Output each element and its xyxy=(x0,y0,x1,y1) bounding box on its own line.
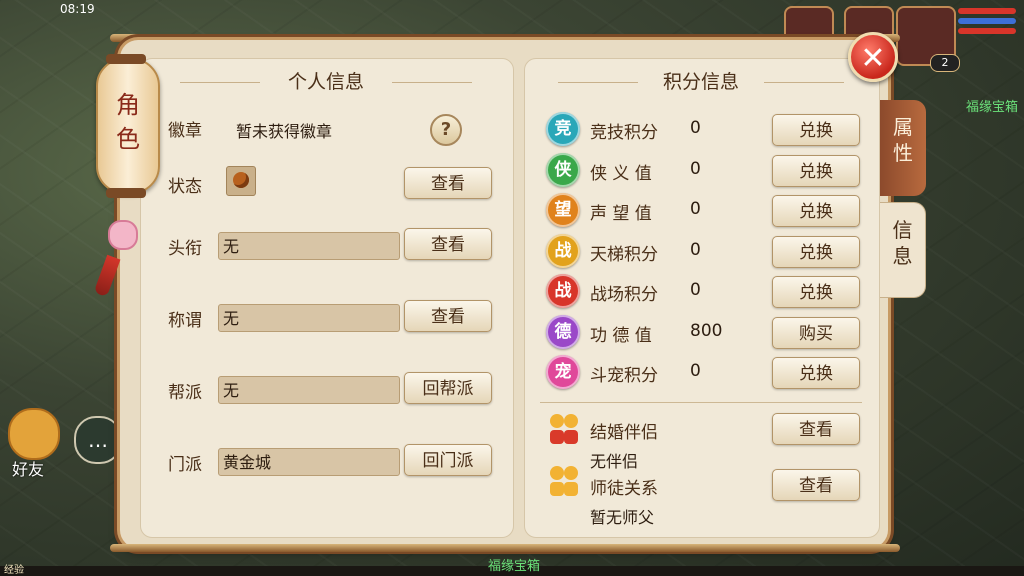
points-item-icon: 竞 xyxy=(546,112,580,146)
state-label: 状态 xyxy=(168,177,202,197)
personal-info-title: 个人信息 xyxy=(140,64,512,100)
return-sect-button[interactable]: 回门派 xyxy=(404,444,492,476)
lantern-charm-icon xyxy=(108,220,138,250)
sect-field: 黄金城 xyxy=(218,448,400,476)
points-item-name: 竞技积分 xyxy=(590,123,658,143)
lantern-text: 角 色 xyxy=(98,88,158,156)
points-item-icon: 战 xyxy=(546,234,580,268)
help-button[interactable]: ? xyxy=(430,114,462,146)
left-hud: 好友 … xyxy=(4,408,124,480)
points-divider xyxy=(540,402,862,403)
title-label: 头衔 xyxy=(168,239,202,259)
points-item-name: 斗宠积分 xyxy=(590,366,658,386)
mentor-view-button[interactable]: 查看 xyxy=(772,469,860,501)
points-item-value: 0 xyxy=(690,240,701,260)
guild-field: 无 xyxy=(218,376,400,404)
state-view-button[interactable]: 查看 xyxy=(404,167,492,199)
title-divider-right xyxy=(764,82,844,83)
appellation-view-button[interactable]: 查看 xyxy=(404,300,492,332)
exp-label: 经验 xyxy=(4,565,24,576)
points-item-icon: 战 xyxy=(546,274,580,308)
points-item-name: 战场积分 xyxy=(590,285,658,305)
marriage-icon xyxy=(550,414,580,448)
tab-info[interactable]: 信息 xyxy=(880,202,926,298)
points-item-icon: 望 xyxy=(546,193,580,227)
points-item-value: 0 xyxy=(690,118,701,138)
sect-label: 门派 xyxy=(168,455,202,475)
character-lantern: 角 色 xyxy=(96,54,160,198)
mp-bar xyxy=(958,18,1016,24)
mentor-icon xyxy=(550,466,580,500)
points-item-name: 功 德 值 xyxy=(590,326,652,346)
points-item-name: 天梯积分 xyxy=(590,245,658,265)
title-divider-right xyxy=(392,82,472,83)
exchange-button[interactable]: 兑换 xyxy=(772,357,860,389)
player-level: 2 xyxy=(930,54,960,72)
points-item-icon: 侠 xyxy=(546,153,580,187)
badge-value: 暂未获得徽章 xyxy=(236,122,333,141)
lantern-char-2: 色 xyxy=(116,125,140,153)
bottom-center-label[interactable]: 福缘宝箱 xyxy=(488,555,540,574)
appellation-label: 称谓 xyxy=(168,311,202,331)
lantern-cap-top xyxy=(106,54,146,64)
marriage-view-button[interactable]: 查看 xyxy=(772,413,860,445)
points-item-value: 0 xyxy=(690,159,701,179)
exchange-button[interactable]: 兑换 xyxy=(772,276,860,308)
points-info-title: 积分信息 xyxy=(524,64,878,100)
tab-info-label: 信息 xyxy=(892,218,913,268)
buy-button[interactable]: 购买 xyxy=(772,317,860,349)
close-button[interactable]: ✕ xyxy=(848,32,898,82)
points-item-value: 0 xyxy=(690,280,701,300)
mentor-label: 师徒关系 xyxy=(590,479,658,499)
points-item-value: 800 xyxy=(690,321,723,341)
state-drumstick-icon[interactable] xyxy=(226,166,256,196)
friends-icon[interactable] xyxy=(8,408,60,460)
marriage-label: 结婚伴侣 xyxy=(590,423,658,443)
tab-attributes-label: 属性 xyxy=(893,115,913,165)
marriage-value: 无伴侣 xyxy=(590,452,639,471)
title-divider-left xyxy=(180,82,260,83)
title-field: 无 xyxy=(218,232,400,260)
pet-hp-bar xyxy=(958,28,1016,34)
exchange-button[interactable]: 兑换 xyxy=(772,236,860,268)
tab-attributes[interactable]: 属性 xyxy=(880,100,926,196)
badge-label: 徽章 xyxy=(168,121,202,141)
panel-bottom-rod xyxy=(110,544,900,552)
exchange-button[interactable]: 兑换 xyxy=(772,114,860,146)
lantern-char-1: 角 xyxy=(116,91,140,119)
points-item-value: 0 xyxy=(690,199,701,219)
title-view-button[interactable]: 查看 xyxy=(404,228,492,260)
guild-label: 帮派 xyxy=(168,383,202,403)
lantern-cap-bottom xyxy=(106,188,146,198)
points-item-icon: 德 xyxy=(546,315,580,349)
points-item-name: 侠 义 值 xyxy=(590,164,652,184)
chat-icon[interactable]: … xyxy=(74,416,122,464)
points-info-title-text: 积分信息 xyxy=(662,71,739,93)
personal-info-title-text: 个人信息 xyxy=(287,71,364,93)
points-item-icon: 宠 xyxy=(546,355,580,389)
friends-label[interactable]: 好友 xyxy=(12,456,44,480)
mentor-value: 暂无师父 xyxy=(590,508,655,527)
exchange-button[interactable]: 兑换 xyxy=(772,195,860,227)
points-item-name: 声 望 值 xyxy=(590,204,652,224)
right-label[interactable]: 福缘宝箱 xyxy=(966,96,1018,115)
title-divider-left xyxy=(558,82,638,83)
return-guild-button[interactable]: 回帮派 xyxy=(404,372,492,404)
appellation-field: 无 xyxy=(218,304,400,332)
exchange-button[interactable]: 兑换 xyxy=(772,155,860,187)
hp-bar xyxy=(958,8,1016,14)
points-item-value: 0 xyxy=(690,361,701,381)
status-bar-time: 08:19 xyxy=(60,2,95,16)
